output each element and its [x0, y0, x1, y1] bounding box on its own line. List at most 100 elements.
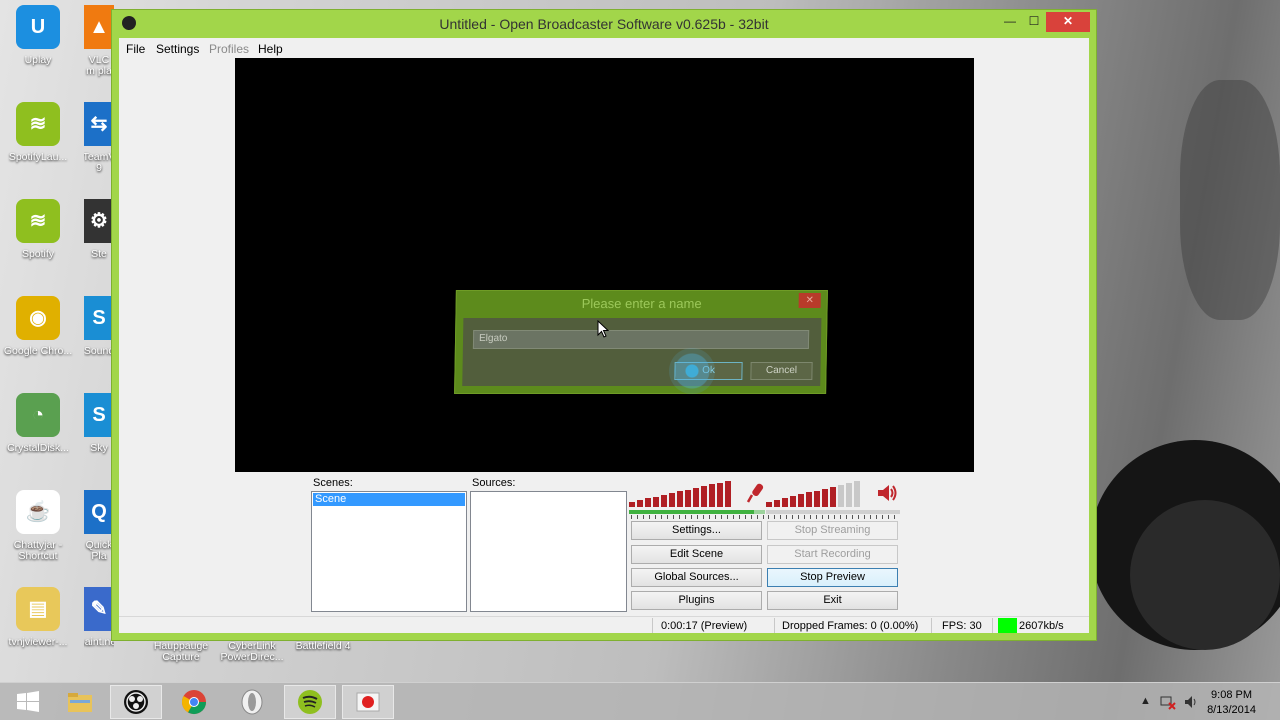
desktop-icon[interactable]: ✎ paint.net — [84, 587, 114, 677]
meter-tick — [774, 515, 775, 519]
wallpaper-shape — [1180, 80, 1280, 320]
meter-tick — [733, 515, 734, 519]
desktop-icon-label: tvnjviewer-... — [8, 636, 68, 648]
teamviewer-icon: ⇆ — [84, 102, 114, 146]
desktop-meter-ticks — [766, 515, 900, 519]
status-dropped-frames: Dropped Frames: 0 (0.00%) — [782, 620, 919, 632]
menu-profiles[interactable]: Profiles — [209, 42, 249, 56]
minimize-button[interactable]: — — [1000, 12, 1020, 32]
meter-bar — [685, 490, 691, 507]
spotify-icon: ≋ — [16, 199, 60, 243]
edit-scene-button[interactable]: Edit Scene — [631, 545, 762, 564]
meter-tick — [649, 515, 650, 519]
meter-tick — [780, 515, 781, 519]
desktop-icon[interactable]: ≋ SpotifyLau... — [0, 102, 76, 192]
settings-button[interactable]: Settings... — [631, 521, 762, 540]
dialog-cancel-button: Cancel — [750, 362, 813, 380]
meter-tick — [703, 515, 704, 519]
mic-level-bar — [629, 510, 765, 514]
desktop-icon[interactable]: ≋ Spotify — [0, 199, 76, 289]
desktop-icon[interactable]: ▤ tvnjviewer-... — [0, 587, 76, 677]
global-sources-button[interactable]: Global Sources... — [631, 568, 762, 587]
exit-button[interactable]: Exit — [767, 591, 898, 610]
taskbar-spotify[interactable] — [284, 685, 336, 719]
meter-bar — [661, 495, 667, 507]
desktop-icon[interactable]: CyberLink PowerDirec... — [214, 641, 290, 673]
tray-overflow-icon[interactable]: ▲ — [1140, 695, 1151, 707]
desktop-icon[interactable]: Battlefield 4 — [285, 641, 361, 673]
start-button[interactable] — [2, 685, 54, 719]
meter-tick — [685, 515, 686, 519]
network-icon[interactable] — [1160, 694, 1176, 710]
desktop-icon[interactable]: ▲ VLC m pla — [84, 5, 114, 95]
meter-tick — [858, 515, 859, 519]
desktop-icon-label: Sound — [84, 345, 114, 357]
meter-bar — [645, 498, 651, 507]
taskbar-file-explorer[interactable] — [54, 685, 106, 719]
meter-bar — [822, 489, 828, 507]
taskbar-recorder[interactable] — [342, 685, 394, 719]
stop-streaming-button[interactable]: Stop Streaming — [767, 521, 898, 540]
meter-bar — [846, 483, 852, 507]
plugins-button[interactable]: Plugins — [631, 591, 762, 610]
menu-file[interactable]: File — [126, 42, 145, 56]
taskbar-opera[interactable] — [226, 685, 278, 719]
desktop-icon[interactable]: ☕ Chattyjar - Shortcut — [0, 490, 76, 580]
meter-bar — [854, 481, 860, 507]
desktop-icon-label: Spotify — [21, 248, 55, 260]
taskbar-clock[interactable]: 9:08 PM 8/13/2014 — [1207, 688, 1256, 718]
microphone-icon[interactable] — [746, 482, 764, 504]
desktop-icon[interactable]: S Sky — [84, 393, 114, 483]
desktop-icon[interactable]: U Uplay — [0, 5, 76, 95]
status-separator — [931, 618, 932, 633]
dialog-close-icon: ✕ — [798, 293, 821, 308]
meter-bar — [766, 502, 772, 507]
meter-tick — [637, 515, 638, 519]
taskbar-obs[interactable] — [110, 685, 162, 719]
meter-bar — [709, 484, 715, 507]
speaker-icon[interactable] — [876, 482, 898, 504]
menu-settings[interactable]: Settings — [156, 42, 199, 56]
meter-tick — [727, 515, 728, 519]
scenes-list[interactable]: Scene — [311, 491, 467, 612]
mic-volume-meter[interactable] — [629, 481, 744, 507]
meter-bar — [725, 481, 731, 507]
meter-tick — [667, 515, 668, 519]
desktop-icon[interactable]: Hauppauge Capture — [143, 641, 219, 673]
desktop-icon[interactable]: ◔ CrystalDisk... — [0, 393, 76, 483]
java-icon: ☕ — [16, 490, 60, 534]
meter-tick — [709, 515, 710, 519]
meter-bar — [814, 491, 820, 507]
opera-icon — [241, 689, 263, 715]
preview-dialog-capture: Please enter a name ✕ Elgato Ok Cancel — [454, 290, 828, 394]
meter-tick — [768, 515, 769, 519]
desktop-icon-label: Quick Pla — [85, 539, 113, 562]
meter-bar — [637, 500, 643, 507]
sources-list[interactable] — [470, 491, 627, 612]
desktop-icon[interactable]: ⚙ Ste — [84, 199, 114, 289]
start-recording-button[interactable]: Start Recording — [767, 545, 898, 564]
scene-list-item[interactable]: Scene — [313, 493, 465, 506]
meter-tick — [822, 515, 823, 519]
meter-tick — [697, 515, 698, 519]
status-bitrate: 2607kb/s — [1019, 620, 1064, 632]
desktop-volume-meter[interactable] — [766, 481, 872, 507]
dialog-name-input: Elgato — [472, 330, 810, 349]
close-button[interactable]: ✕ — [1046, 12, 1090, 32]
title-bar[interactable]: Untitled - Open Broadcaster Software v0.… — [112, 10, 1096, 38]
chrome-icon — [181, 690, 206, 715]
desktop-icon[interactable]: ◉ Google Chro... — [0, 296, 76, 386]
volume-icon[interactable] — [1183, 694, 1199, 710]
sources-label: Sources: — [472, 477, 516, 489]
stop-preview-button[interactable]: Stop Preview — [767, 568, 898, 587]
menu-help[interactable]: Help — [258, 42, 283, 56]
desktop-icon[interactable]: Q Quick Pla — [84, 490, 114, 580]
meter-tick — [852, 515, 853, 519]
mouse-cursor-icon — [597, 320, 609, 338]
desktop-icon[interactable]: ⇆ TeamV 9 — [84, 102, 114, 192]
maximize-button[interactable]: ☐ — [1024, 12, 1044, 32]
spotify-icon — [298, 690, 322, 714]
desktop-icon[interactable]: S Sound — [84, 296, 114, 386]
meter-tick — [763, 515, 764, 519]
taskbar-chrome[interactable] — [168, 685, 220, 719]
